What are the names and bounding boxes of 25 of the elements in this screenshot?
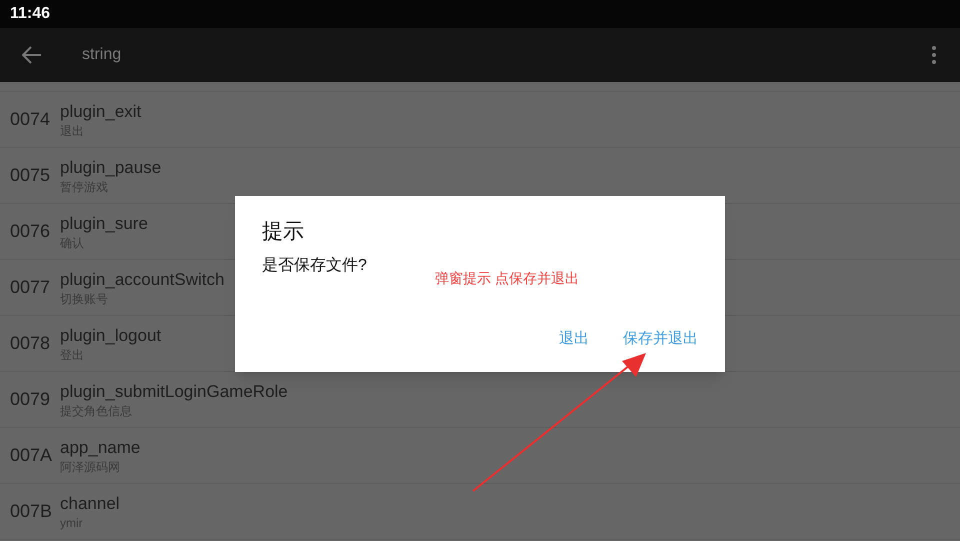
toolbar-title: string bbox=[82, 45, 122, 65]
row-code: 007A bbox=[10, 444, 54, 467]
more-menu-button[interactable] bbox=[930, 44, 938, 66]
row-key: plugin_accountSwitch bbox=[60, 268, 224, 290]
row-code: 0076 bbox=[10, 220, 52, 243]
row-key: plugin_pause bbox=[60, 156, 162, 178]
row-code: 007B bbox=[10, 500, 54, 523]
row-key: plugin_logout bbox=[60, 324, 162, 346]
row-code: 0077 bbox=[10, 276, 52, 299]
row-key: channel bbox=[60, 492, 120, 514]
row-key: plugin_submitLoginGameRole bbox=[60, 380, 288, 402]
row-key: plugin_sure bbox=[60, 212, 148, 234]
dialog-button[interactable]: 退出 bbox=[551, 324, 597, 354]
dialog-button[interactable]: 保存并退出 bbox=[615, 324, 706, 354]
row-code: 0078 bbox=[10, 332, 52, 355]
row-key: app_name bbox=[60, 436, 140, 458]
row-code: 0075 bbox=[10, 164, 52, 187]
clock-time: 11:46 bbox=[10, 4, 50, 24]
back-arrow-icon bbox=[22, 46, 42, 64]
dialog-title: 提示 bbox=[262, 219, 305, 245]
row-key: plugin_exit bbox=[60, 100, 142, 122]
row-code: 0079 bbox=[10, 388, 52, 411]
annotation-text: 弹窗提示 点保存并退出 bbox=[435, 269, 579, 288]
row-code: 0074 bbox=[10, 108, 52, 131]
more-vertical-icon bbox=[932, 46, 936, 64]
